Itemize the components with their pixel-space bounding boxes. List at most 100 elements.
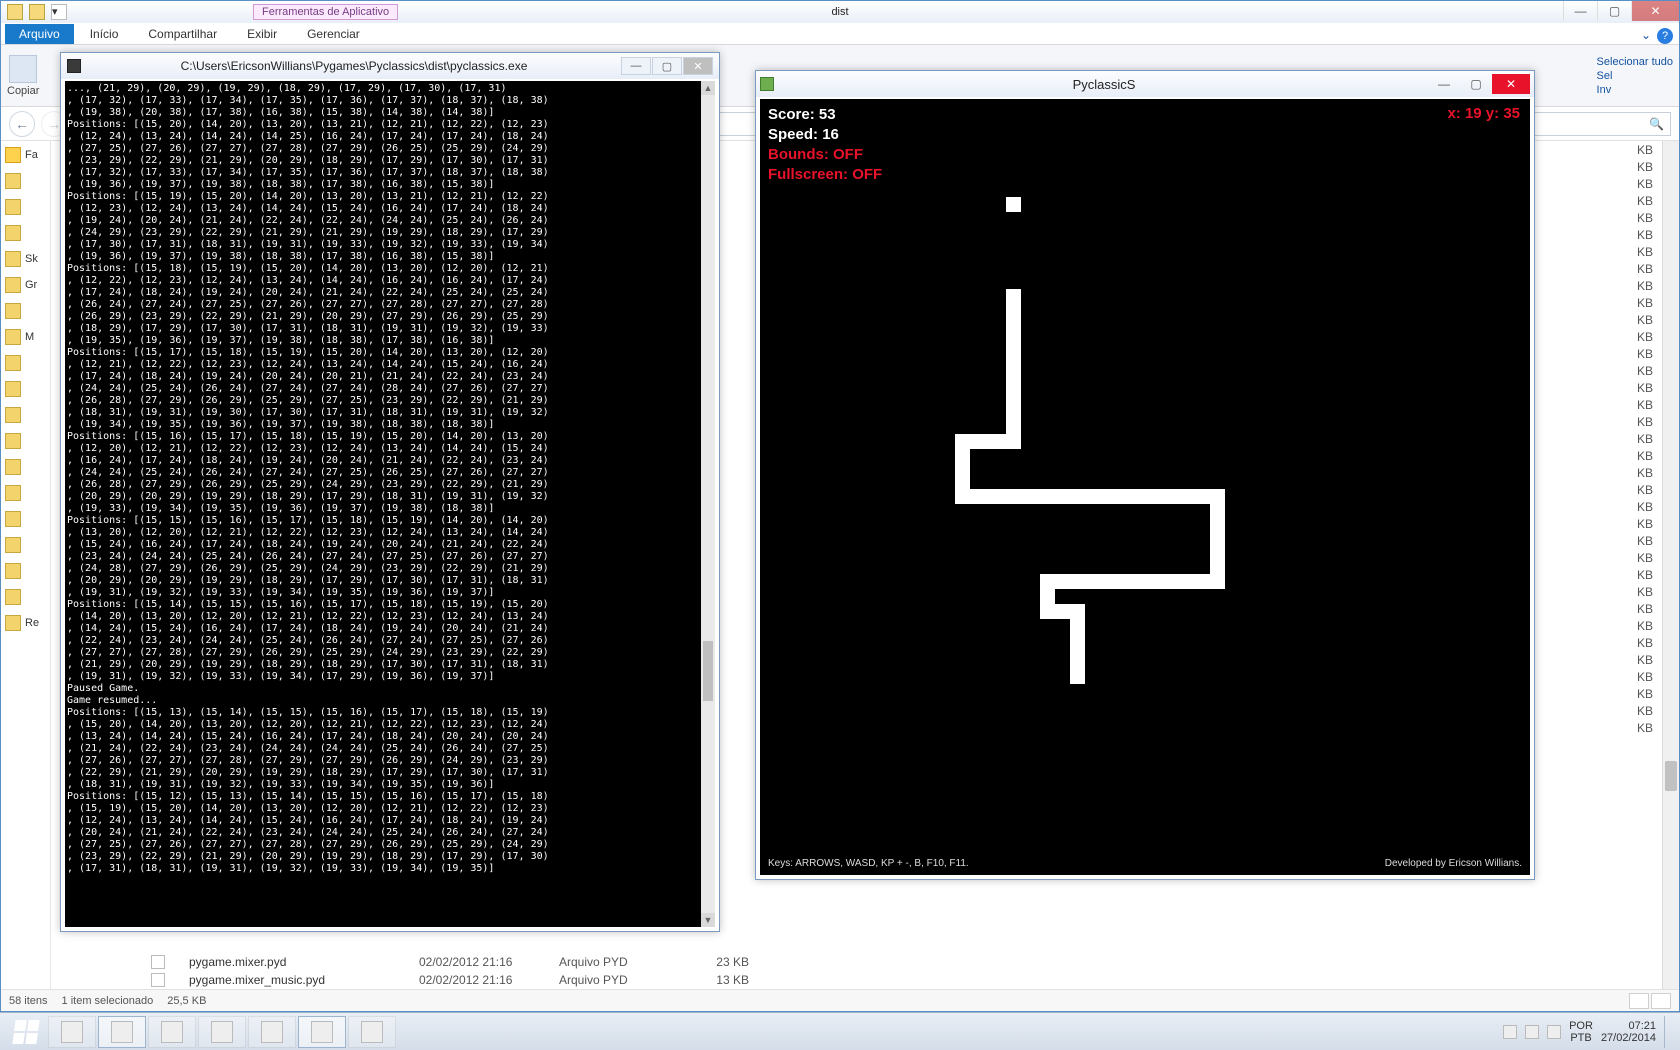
game-maximize-button[interactable]: ▢ bbox=[1460, 74, 1492, 94]
cmd-invert-selection[interactable]: Inv bbox=[1597, 84, 1673, 96]
tab-view[interactable]: Exibir bbox=[233, 24, 291, 44]
start-button[interactable] bbox=[4, 1016, 48, 1048]
taskbar-button-control-panel[interactable] bbox=[248, 1016, 296, 1048]
ribbon-tabs: Arquivo Início Compartilhar Exibir Geren… bbox=[1, 23, 1679, 45]
folder-icon bbox=[5, 459, 21, 475]
console-scrollbar[interactable]: ▲ ▼ bbox=[701, 81, 715, 927]
file-size-cell: KB bbox=[1609, 585, 1659, 599]
file-size-cell: KB bbox=[1609, 449, 1659, 463]
folder-icon bbox=[5, 303, 21, 319]
cmd-select-all[interactable]: Selecionar tudo bbox=[1597, 56, 1673, 68]
maximize-button[interactable]: ▢ bbox=[1597, 1, 1631, 21]
file-size-cell: KB bbox=[1609, 381, 1659, 395]
folder-icon bbox=[5, 511, 21, 527]
snake-segment bbox=[1040, 574, 1225, 589]
back-button[interactable]: ← bbox=[9, 111, 35, 137]
sidebar-item[interactable] bbox=[5, 485, 46, 501]
snake-food bbox=[1006, 197, 1021, 212]
sidebar-item[interactable]: M bbox=[5, 329, 46, 345]
search-icon: 🔍 bbox=[1649, 117, 1664, 131]
taskbar-button-media-player[interactable] bbox=[148, 1016, 196, 1048]
taskbar-button-file-explorer[interactable] bbox=[98, 1016, 146, 1048]
status-selection-size: 25,5 KB bbox=[167, 995, 206, 1007]
file-size-cell: KB bbox=[1609, 670, 1659, 684]
sidebar-item[interactable] bbox=[5, 225, 46, 241]
tab-home[interactable]: Início bbox=[76, 24, 133, 44]
file-size-cell: KB bbox=[1609, 500, 1659, 514]
ribbon-expand-icon[interactable]: ⌄ bbox=[1641, 28, 1651, 44]
sidebar-item[interactable]: Fa bbox=[5, 147, 46, 163]
sidebar-item[interactable] bbox=[5, 407, 46, 423]
table-row[interactable]: pygame.mixer_music.pyd02/02/2012 21:16Ar… bbox=[51, 971, 1659, 989]
tray-flag-icon[interactable] bbox=[1503, 1025, 1517, 1039]
file-size-cell: KB bbox=[1609, 245, 1659, 259]
file-size-cell: KB bbox=[1609, 551, 1659, 565]
sidebar-item[interactable] bbox=[5, 355, 46, 371]
game-titlebar[interactable]: PyclassicS — ▢ ✕ bbox=[756, 71, 1534, 97]
game-close-button[interactable]: ✕ bbox=[1492, 74, 1530, 94]
console-window: C:\Users\EricsonWillians\Pygames\Pyclass… bbox=[60, 52, 720, 932]
taskbar-button-chrome[interactable] bbox=[198, 1016, 246, 1048]
sidebar-item[interactable] bbox=[5, 173, 46, 189]
file-size-cell: KB bbox=[1609, 228, 1659, 242]
console-output[interactable]: ..., (21, 29), (20, 29), (19, 29), (18, … bbox=[65, 81, 715, 927]
sidebar-item[interactable] bbox=[5, 199, 46, 215]
game-minimize-button[interactable]: — bbox=[1428, 74, 1460, 94]
file-icon bbox=[151, 955, 165, 969]
scroll-down-icon[interactable]: ▼ bbox=[701, 913, 715, 927]
console-scroll-thumb[interactable] bbox=[703, 641, 713, 701]
program-icon bbox=[311, 1021, 333, 1043]
tab-share[interactable]: Compartilhar bbox=[134, 24, 231, 44]
sidebar-item[interactable] bbox=[5, 433, 46, 449]
game-canvas-area[interactable]: Score: 53 Speed: 16 Bounds: OFF Fullscre… bbox=[760, 99, 1530, 875]
system-tray: POR PTB 07:21 27/02/2014 bbox=[1503, 1016, 1676, 1048]
taskbar-button-program[interactable] bbox=[298, 1016, 346, 1048]
qat-more-icon[interactable]: ▾ bbox=[51, 4, 67, 20]
tab-file[interactable]: Arquivo bbox=[5, 24, 74, 44]
close-button[interactable]: ✕ bbox=[1631, 1, 1679, 21]
view-icons-button[interactable] bbox=[1651, 993, 1671, 1009]
show-desktop-button[interactable] bbox=[1664, 1016, 1672, 1048]
tray-clock[interactable]: 07:21 27/02/2014 bbox=[1601, 1020, 1656, 1044]
table-row[interactable]: pygame.mixer.pyd02/02/2012 21:16Arquivo … bbox=[51, 953, 1659, 971]
sidebar-item[interactable]: Sk bbox=[5, 251, 46, 267]
tray-language[interactable]: POR PTB bbox=[1569, 1020, 1593, 1044]
scrollbar-thumb[interactable] bbox=[1665, 761, 1677, 791]
file-size-cell: KB bbox=[1609, 704, 1659, 718]
view-details-button[interactable] bbox=[1629, 993, 1649, 1009]
sidebar-item[interactable] bbox=[5, 459, 46, 475]
console-maximize-button[interactable]: ▢ bbox=[652, 57, 682, 75]
scrollbar-vertical[interactable] bbox=[1662, 141, 1679, 989]
tab-manage[interactable]: Gerenciar bbox=[293, 24, 374, 44]
console-close-button[interactable]: ✕ bbox=[683, 57, 713, 75]
sidebar-item[interactable] bbox=[5, 589, 46, 605]
tray-network-icon[interactable] bbox=[1525, 1025, 1539, 1039]
explorer-sidebar: Fa Sk Gr M Re bbox=[1, 141, 51, 989]
help-icon[interactable]: ? bbox=[1657, 28, 1673, 44]
sidebar-item-label: Gr bbox=[25, 279, 37, 291]
sidebar-item[interactable] bbox=[5, 511, 46, 527]
console-titlebar[interactable]: C:\Users\EricsonWillians\Pygames\Pyclass… bbox=[61, 53, 719, 79]
taskbar-button-internet-explorer[interactable] bbox=[48, 1016, 96, 1048]
ribbon-copy[interactable]: Copiar bbox=[7, 55, 39, 97]
scroll-up-icon[interactable]: ▲ bbox=[701, 81, 715, 95]
ribbon-copy-label: Copiar bbox=[7, 85, 39, 97]
console-icon bbox=[67, 59, 81, 73]
tray-volume-icon[interactable] bbox=[1547, 1025, 1561, 1039]
internet-explorer-icon bbox=[61, 1021, 83, 1043]
sidebar-item[interactable] bbox=[5, 537, 46, 553]
folder-icon bbox=[5, 407, 21, 423]
sidebar-item[interactable] bbox=[5, 303, 46, 319]
sidebar-item[interactable] bbox=[5, 563, 46, 579]
sidebar-item[interactable] bbox=[5, 381, 46, 397]
ribbon-contextual-tab[interactable]: Ferramentas de Aplicativo bbox=[253, 4, 398, 20]
sidebar-item[interactable]: Re bbox=[5, 615, 46, 631]
taskbar-button-paint[interactable] bbox=[348, 1016, 396, 1048]
props-icon[interactable] bbox=[29, 4, 45, 20]
sidebar-item[interactable]: Gr bbox=[5, 277, 46, 293]
folder-icon bbox=[5, 563, 21, 579]
minimize-button[interactable]: — bbox=[1563, 1, 1597, 21]
cmd-select-none[interactable]: Sel bbox=[1597, 70, 1673, 82]
console-minimize-button[interactable]: — bbox=[621, 57, 651, 75]
explorer-titlebar[interactable]: ▾ Ferramentas de Aplicativo dist — ▢ ✕ bbox=[1, 1, 1679, 23]
